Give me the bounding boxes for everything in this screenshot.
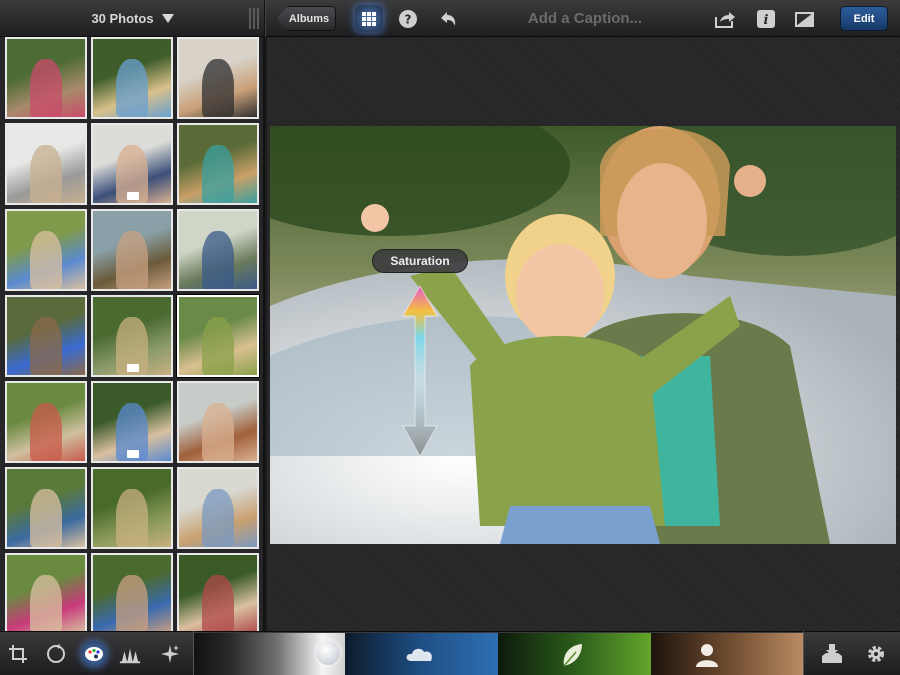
flag-icon[interactable] xyxy=(793,7,817,31)
skin-strip[interactable] xyxy=(651,633,803,675)
thumbnail[interactable] xyxy=(5,37,87,119)
thumbnail[interactable] xyxy=(91,37,173,119)
thumbnail-subject xyxy=(116,58,148,117)
thumbnail[interactable] xyxy=(91,381,173,463)
thumbnail[interactable] xyxy=(5,209,87,291)
thumbnail-subject xyxy=(30,574,62,633)
resize-grip-icon[interactable] xyxy=(249,8,259,29)
sky-strip[interactable] xyxy=(345,633,498,675)
album-title-text: 30 Photos xyxy=(91,11,154,26)
bottom-toolbar xyxy=(0,631,900,675)
thumbnail-subject xyxy=(202,316,234,375)
grid-icon[interactable] xyxy=(355,5,383,32)
album-selector[interactable]: 30 Photos xyxy=(0,0,265,37)
settings-icon[interactable] xyxy=(864,642,888,666)
edited-badge-icon xyxy=(127,192,139,200)
thumbnail[interactable] xyxy=(177,209,259,291)
thumbnail[interactable] xyxy=(5,467,87,549)
toolbar-separator xyxy=(193,631,194,675)
thumbnail-subject xyxy=(202,230,234,289)
svg-text:i: i xyxy=(764,13,769,28)
toolbar-divider xyxy=(264,0,266,37)
thumbnail[interactable] xyxy=(177,37,259,119)
thumbnail[interactable] xyxy=(91,553,173,635)
caption-field[interactable]: Add a Caption... xyxy=(470,0,700,37)
thumbnail-subject xyxy=(116,230,148,289)
thumbnail[interactable] xyxy=(177,467,259,549)
thumbnail-subject xyxy=(202,574,234,633)
thumbnail-subject xyxy=(30,402,62,461)
thumbnail[interactable] xyxy=(91,467,173,549)
thumbnail[interactable] xyxy=(5,123,87,205)
thumbnail[interactable] xyxy=(91,209,173,291)
thumbnail-subject xyxy=(116,488,148,547)
saturation-label: Saturation xyxy=(372,249,468,273)
dropdown-triangle-icon xyxy=(161,14,174,23)
iphoto-app: 30 Photos Albums ? Add a Caption... i Ed… xyxy=(0,0,900,675)
thumbnail-subject xyxy=(202,488,234,547)
svg-text:?: ? xyxy=(405,13,412,27)
share-icon[interactable] xyxy=(713,7,737,31)
effects-icon[interactable] xyxy=(158,642,182,666)
info-icon[interactable]: i xyxy=(754,7,778,31)
thumbnail[interactable] xyxy=(177,123,259,205)
thumbnail[interactable] xyxy=(5,381,87,463)
thumbnail-subject xyxy=(202,402,234,461)
thumbnail[interactable] xyxy=(91,123,173,205)
rotate-icon[interactable] xyxy=(44,642,68,666)
crop-icon[interactable] xyxy=(6,642,30,666)
main-photo[interactable] xyxy=(270,126,896,544)
thumbnail-subject xyxy=(116,574,148,633)
edited-badge-icon xyxy=(127,450,139,458)
help-icon[interactable]: ? xyxy=(396,7,420,31)
thumbnail-subject xyxy=(202,58,234,117)
thumbnail-subject xyxy=(202,144,234,203)
thumbnail-subject xyxy=(30,488,62,547)
thumbnail[interactable] xyxy=(5,295,87,377)
palette-icon[interactable] xyxy=(81,641,107,667)
undo-icon[interactable] xyxy=(436,7,460,31)
edit-button[interactable]: Edit xyxy=(840,6,888,31)
brush-icon[interactable] xyxy=(118,642,142,666)
top-toolbar: 30 Photos Albums ? Add a Caption... i Ed… xyxy=(0,0,900,37)
thumbnail[interactable] xyxy=(177,553,259,635)
thumbnail[interactable] xyxy=(5,553,87,635)
thumbnail-subject xyxy=(30,230,62,289)
albums-back-button[interactable]: Albums xyxy=(276,6,336,31)
thumbnail[interactable] xyxy=(177,381,259,463)
thumbnail-subject xyxy=(30,144,62,203)
import-icon[interactable] xyxy=(820,642,844,666)
toolbar-separator xyxy=(803,631,804,675)
foliage-strip[interactable] xyxy=(498,633,651,675)
thumbnail-subject xyxy=(30,58,62,117)
thumbnail[interactable] xyxy=(91,295,173,377)
thumbnail-selected[interactable] xyxy=(177,295,259,377)
thumbnail-subject xyxy=(30,316,62,375)
saturation-slider-knob[interactable] xyxy=(316,641,340,665)
edited-badge-icon xyxy=(127,364,139,372)
